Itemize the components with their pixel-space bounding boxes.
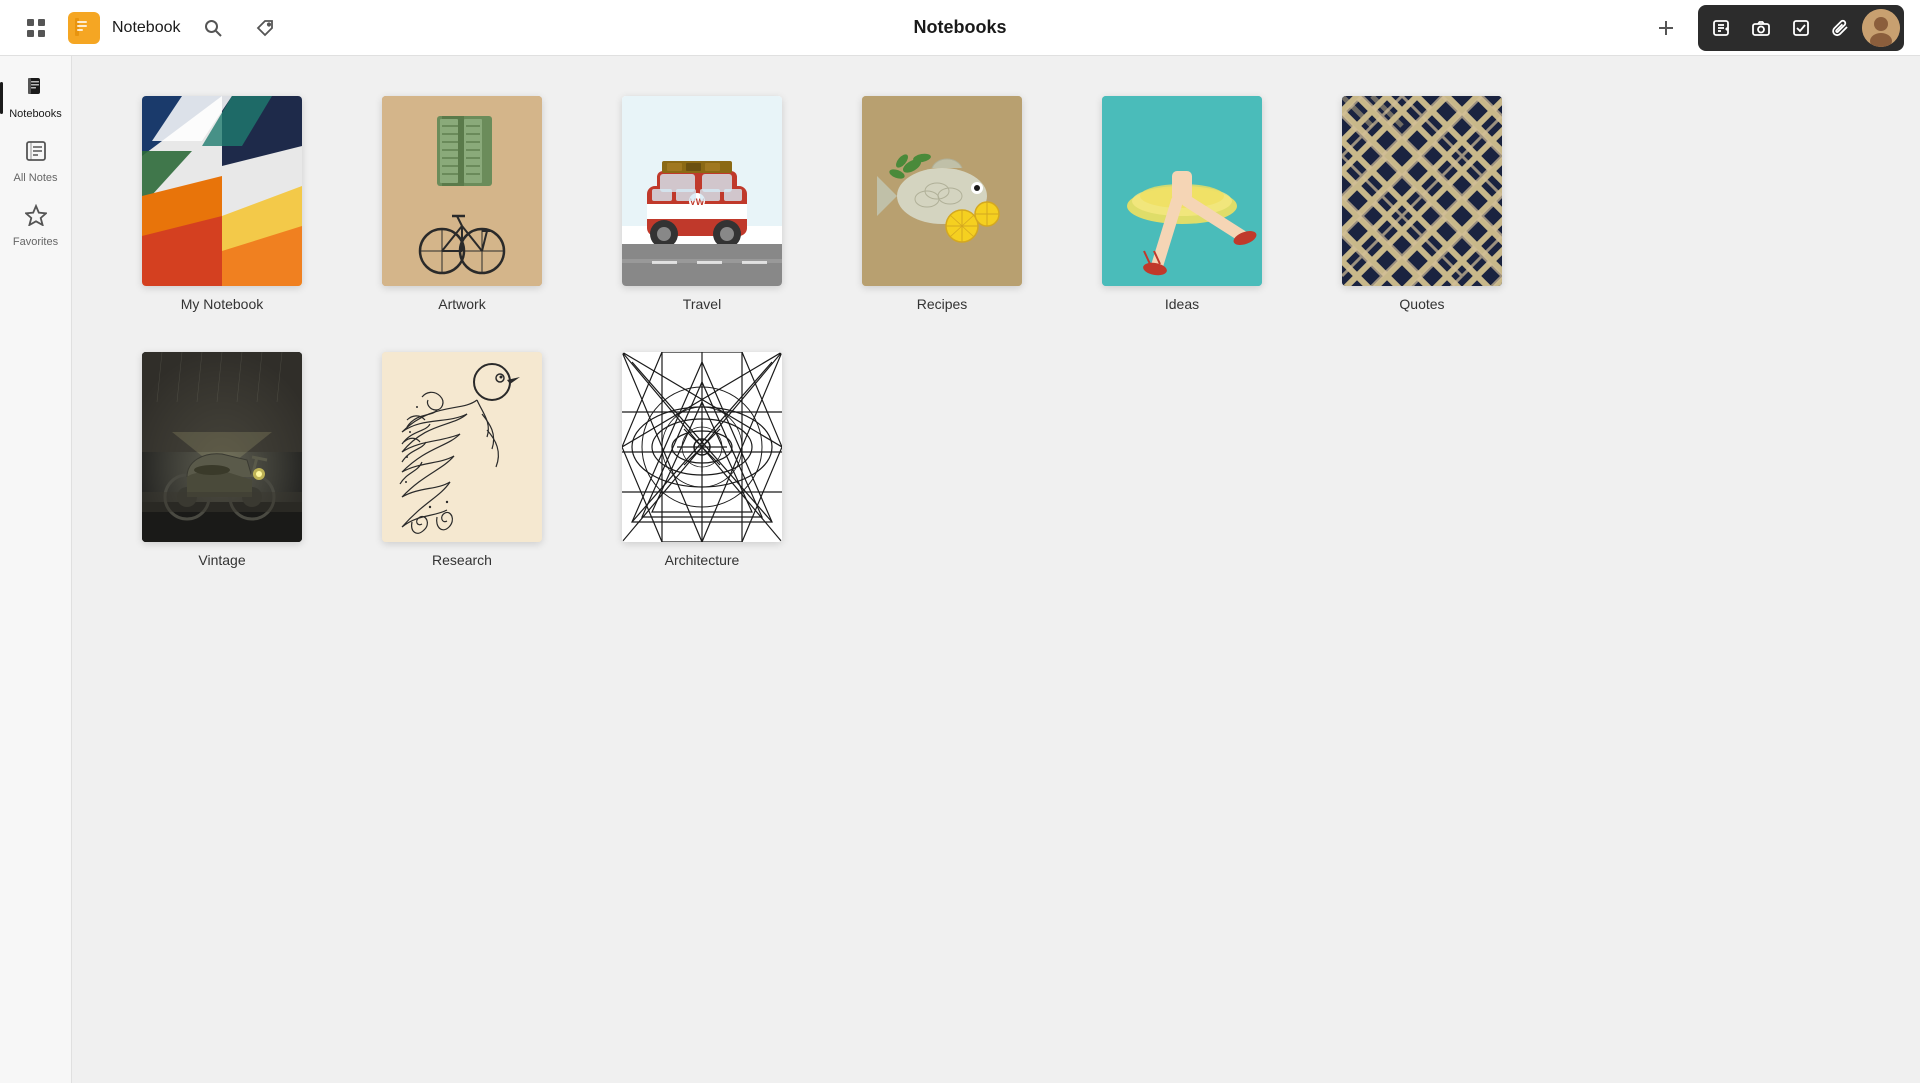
notebook-cover-vintage [142,352,302,542]
header: Notebook Notebooks [0,0,1920,56]
notebooks-grid: My Notebook [132,96,1860,568]
favorites-icon [25,204,47,232]
search-button[interactable] [193,8,233,48]
all-notes-icon [25,140,47,168]
notebook-name-ideas: Ideas [1165,296,1199,312]
notebooks-content: My Notebook [72,56,1920,1083]
checklist-button[interactable] [1782,9,1820,47]
tags-button[interactable] [245,8,285,48]
sidebar-item-favorites[interactable]: Favorites [6,196,66,256]
notebook-name-vintage: Vintage [198,552,245,568]
page-title: Notebooks [913,17,1006,38]
notebook-name-artwork: Artwork [438,296,485,312]
favorites-label: Favorites [13,236,58,248]
user-avatar[interactable] [1862,9,1900,47]
header-right [1646,5,1904,51]
notebooks-icon [25,76,47,104]
notebook-ideas[interactable]: Ideas [1092,96,1272,312]
notebook-cover-architecture [622,352,782,542]
sidebar: Notebooks All Notes Favorites [0,56,72,1083]
notebook-vintage[interactable]: Vintage [132,352,312,568]
notebook-cover-quotes [1342,96,1502,286]
notebooks-label: Notebooks [9,108,62,120]
notebook-name-my-notebook: My Notebook [181,296,263,312]
notebook-cover-artwork [382,96,542,286]
notebook-my-notebook[interactable]: My Notebook [132,96,312,312]
notebook-name-recipes: Recipes [917,296,968,312]
sidebar-item-all-notes[interactable]: All Notes [6,132,66,192]
notebook-cover-ideas [1102,96,1262,286]
attachment-button[interactable] [1822,9,1860,47]
grid-menu-button[interactable] [16,8,56,48]
notebook-artwork[interactable]: Artwork [372,96,552,312]
new-note-button[interactable] [1702,9,1740,47]
notebook-cover-travel: VW [622,96,782,286]
notebook-research[interactable]: Research [372,352,552,568]
app-name-label: Notebook [112,19,181,37]
notebook-name-quotes: Quotes [1399,296,1444,312]
notebook-cover-my-notebook [142,96,302,286]
notebook-travel[interactable]: VW [612,96,792,312]
camera-button[interactable] [1742,9,1780,47]
notebook-cover-research [382,352,542,542]
notebook-cover-recipes [862,96,1022,286]
action-toolbar [1698,5,1904,51]
notebook-name-research: Research [432,552,492,568]
app-logo [68,12,100,44]
header-left: Notebook [16,8,285,48]
add-notebook-button[interactable] [1646,8,1686,48]
notebook-name-travel: Travel [683,296,721,312]
notebook-recipes[interactable]: Recipes [852,96,1032,312]
notebook-quotes[interactable]: Quotes [1332,96,1512,312]
notebook-architecture[interactable]: Architecture [612,352,792,568]
main-layout: Notebooks All Notes Favorites [0,56,1920,1083]
all-notes-label: All Notes [13,172,57,184]
notebook-name-architecture: Architecture [665,552,740,568]
sidebar-item-notebooks[interactable]: Notebooks [6,68,66,128]
